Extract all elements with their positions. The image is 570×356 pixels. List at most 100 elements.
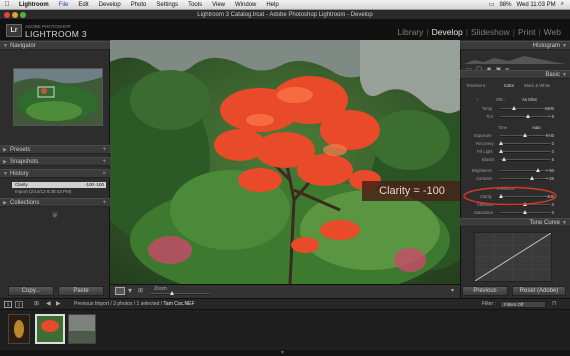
contrast-label: Contrast: [476, 176, 492, 181]
spotlight-icon[interactable]: ⌕: [561, 1, 564, 8]
menu-settings[interactable]: Settings: [151, 2, 183, 8]
contrast-value[interactable]: + 25: [540, 176, 554, 181]
wb-select[interactable]: As Shot: [522, 97, 537, 102]
tone-curve-header[interactable]: Tone Curve ▼: [460, 218, 570, 227]
contrast-slider-knob[interactable]: [530, 176, 534, 180]
clarity-highlight-ellipse: [463, 186, 557, 206]
exposure-slider-knob[interactable]: [523, 133, 527, 137]
blacks-value[interactable]: 5: [540, 157, 554, 162]
collections-header[interactable]: ▶ Collections +: [0, 198, 110, 207]
filmstrip-source[interactable]: Previous Import / 3 photos / 1 selected …: [74, 301, 195, 307]
mac-menu-bar:  Lightroom File Edit Develop Photo Sett…: [0, 0, 570, 10]
menu-app[interactable]: Lightroom: [14, 2, 54, 8]
apple-icon[interactable]: : [0, 1, 14, 8]
menu-develop[interactable]: Develop: [94, 2, 126, 8]
add-preset-icon[interactable]: +: [102, 146, 106, 154]
loupe-view-icon[interactable]: [115, 287, 125, 295]
menu-view[interactable]: View: [207, 2, 230, 8]
zoom-slider[interactable]: [150, 293, 210, 295]
develop-toolbar: ▾ ⊞ Zoom ▾: [110, 284, 460, 298]
eyedropper-icon[interactable]: ✎: [476, 97, 480, 102]
module-picker: Library | Develop | Slideshow | Print | Web: [394, 27, 564, 37]
blacks-slider-knob[interactable]: [502, 157, 506, 161]
temp-value[interactable]: 4100: [540, 106, 554, 111]
zoom-slider-knob[interactable]: [170, 291, 174, 295]
snapshots-header[interactable]: ▶ Snapshots +: [0, 157, 110, 166]
treatment-bw-option[interactable]: Black & White: [524, 83, 550, 88]
fill-light-value[interactable]: 0: [540, 149, 554, 154]
collapse-triangle-icon: ▼: [562, 220, 567, 226]
blacks-label: Blacks: [482, 157, 495, 162]
menu-tools[interactable]: Tools: [183, 2, 207, 8]
saturation-slider-knob[interactable]: [523, 210, 527, 214]
menu-photo[interactable]: Photo: [126, 2, 152, 8]
clear-history-icon[interactable]: ×: [102, 170, 106, 178]
minimize-window-button[interactable]: [12, 12, 18, 18]
fill-light-slider-knob[interactable]: [499, 149, 503, 153]
close-window-button[interactable]: [4, 12, 10, 18]
menu-help[interactable]: Help: [261, 2, 283, 8]
previous-button[interactable]: Previous: [462, 286, 508, 296]
paste-button[interactable]: Paste: [58, 286, 104, 296]
zoom-icon: ⊞: [138, 288, 144, 294]
before-after-icon[interactable]: ▾: [128, 286, 132, 295]
thumbnail-image: [9, 315, 29, 343]
presets-header[interactable]: ▶ Presets +: [0, 145, 110, 154]
navigator-header[interactable]: ▼ Navigator: [0, 41, 110, 50]
main-window-button[interactable]: 1: [4, 301, 12, 308]
copy-button[interactable]: Copy...: [8, 286, 54, 296]
reset-button[interactable]: Reset (Adobe): [512, 286, 566, 296]
toolbar-menu-icon[interactable]: ▾: [451, 287, 454, 294]
navigator-title: Navigator: [10, 43, 36, 49]
collapse-triangle-icon: ▼: [562, 43, 567, 49]
recovery-slider-knob[interactable]: [499, 141, 503, 145]
filmstrip-thumbnail-selected[interactable]: [35, 314, 65, 344]
menu-window[interactable]: Window: [230, 2, 261, 8]
module-slideshow[interactable]: Slideshow: [468, 27, 513, 37]
histogram-header[interactable]: Histogram ▼: [460, 41, 570, 50]
wb-label: WB :: [496, 97, 506, 102]
basic-header[interactable]: Basic ▼: [460, 70, 570, 79]
add-collection-icon[interactable]: +: [102, 199, 106, 207]
module-library[interactable]: Library: [394, 27, 426, 37]
history-item[interactable]: Import (2/14/12 8:38:43 PM): [12, 189, 106, 195]
saturation-label: Saturation: [474, 210, 494, 215]
zoom-window-button[interactable]: [20, 12, 26, 18]
bottom-panel-toggle-bar[interactable]: ▼: [0, 350, 570, 356]
filter-lock-icon[interactable]: ⊓: [552, 300, 557, 307]
collapse-triangle-icon[interactable]: ▼: [280, 350, 285, 356]
navigator-preview[interactable]: [13, 68, 103, 126]
temp-slider-knob[interactable]: [512, 106, 516, 110]
recovery-value[interactable]: 0: [540, 141, 554, 146]
history-item[interactable]: Clarity -100 -100: [12, 182, 106, 188]
brightness-value[interactable]: + 50: [540, 168, 554, 173]
history-header[interactable]: ▼ History ×: [0, 169, 110, 178]
menu-edit[interactable]: Edit: [73, 2, 93, 8]
auto-tone-button[interactable]: Auto: [532, 125, 541, 130]
history-item-from: -100: [84, 182, 94, 187]
photo-canvas[interactable]: [110, 40, 460, 284]
menu-file[interactable]: File: [54, 2, 74, 8]
saturation-value[interactable]: 0: [540, 210, 554, 215]
module-print[interactable]: Print: [515, 27, 538, 37]
filmstrip-thumbnail[interactable]: [68, 314, 96, 344]
back-arrow-icon[interactable]: ◀: [46, 300, 51, 307]
exposure-value[interactable]: 0.00: [540, 133, 554, 138]
expand-triangle-icon: ▶: [3, 159, 7, 165]
tone-curve-graph[interactable]: [474, 232, 552, 282]
tint-slider-knob[interactable]: [526, 114, 530, 118]
tone-curve-line-icon: [474, 232, 552, 282]
filter-select[interactable]: Filters Off: [500, 301, 546, 308]
source-filename: Tam Coc.NEF: [163, 301, 195, 307]
tint-value[interactable]: + 8: [540, 114, 554, 119]
module-develop[interactable]: Develop: [429, 27, 466, 37]
module-web[interactable]: Web: [541, 27, 564, 37]
second-window-button[interactable]: 2: [15, 301, 23, 308]
add-snapshot-icon[interactable]: +: [102, 158, 106, 166]
treatment-color-option[interactable]: Color: [504, 83, 514, 88]
clock[interactable]: Wed 11:03 PM: [516, 2, 555, 8]
grid-view-icon[interactable]: ⊞: [34, 300, 39, 307]
forward-arrow-icon[interactable]: ▶: [56, 300, 61, 307]
filmstrip-thumbnail[interactable]: [8, 314, 30, 344]
battery-icon[interactable]: ▭: [489, 1, 495, 8]
